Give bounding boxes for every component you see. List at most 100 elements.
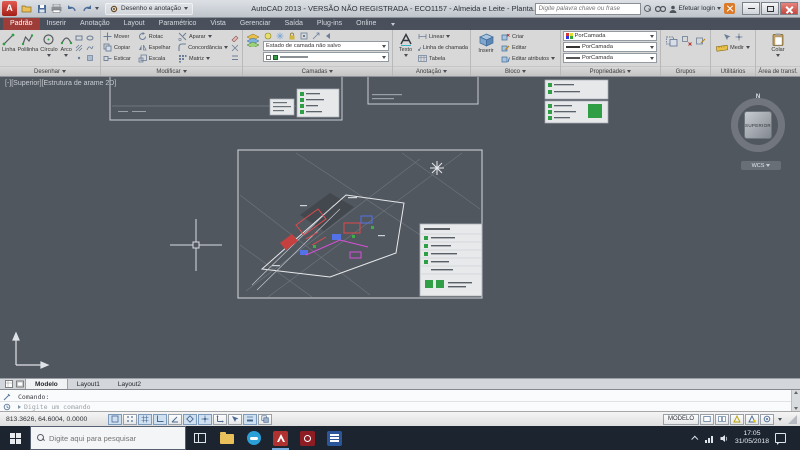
edit-block-tool[interactable]: Editar — [501, 42, 557, 53]
move-tool[interactable]: Mover — [103, 31, 136, 42]
taskbar-clock[interactable]: 17:05 31/05/2018 — [735, 430, 769, 446]
tray-expand-icon[interactable] — [691, 435, 698, 442]
line-tool[interactable]: Linha — [2, 31, 15, 65]
start-button[interactable] — [0, 426, 30, 450]
panel-label-propriedades[interactable]: Propriedades — [561, 66, 660, 76]
transparency-toggle[interactable] — [258, 414, 272, 425]
polar-toggle[interactable] — [168, 414, 182, 425]
dynamic-ucs-toggle[interactable] — [213, 414, 227, 425]
tab-modelo[interactable]: Modelo — [25, 379, 68, 389]
autocad-taskbar-button[interactable] — [267, 426, 294, 450]
action-center-icon[interactable] — [775, 433, 786, 443]
model-space-canvas[interactable]: [-][Superior][Estrutura de arame 2D] — [0, 77, 800, 378]
customize-icon[interactable] — [3, 393, 11, 401]
minimize-button[interactable] — [742, 2, 760, 15]
annotation-visibility-button[interactable] — [745, 414, 759, 425]
model-quick-icon[interactable] — [3, 379, 14, 389]
ribbon-tab-online[interactable]: Online — [349, 18, 383, 30]
plot-icon[interactable] — [50, 3, 63, 15]
drawing-content[interactable] — [0, 77, 800, 378]
save-icon[interactable] — [35, 3, 48, 15]
leader-tool[interactable]: Linha de chamada — [418, 42, 468, 53]
grid-toggle[interactable] — [138, 414, 152, 425]
insert-block-tool[interactable]: Inserir — [473, 31, 499, 65]
measure-tool[interactable]: Medir — [716, 42, 750, 53]
layer-state-dropdown[interactable]: Estado de camada não salvo — [263, 41, 389, 51]
hatch-icon[interactable] — [75, 43, 84, 52]
linear-dimension-tool[interactable]: Linear — [418, 31, 468, 42]
ribbon-tab-layout[interactable]: Layout — [117, 18, 152, 30]
lineweight-dropdown[interactable]: PorCamada — [563, 53, 657, 63]
help-search-input[interactable] — [535, 3, 641, 15]
workspace-switch-button[interactable] — [760, 414, 774, 425]
quick-view-drawings-button[interactable] — [715, 414, 729, 425]
undo-icon[interactable] — [65, 3, 78, 15]
stretch-tool[interactable]: Esticar — [103, 53, 136, 64]
snap-toggle[interactable] — [123, 414, 137, 425]
lineweight-toggle[interactable] — [243, 414, 257, 425]
layer-properties-tool[interactable] — [245, 31, 261, 65]
layer-on-icon[interactable] — [263, 31, 272, 40]
taskbar-search[interactable] — [30, 426, 186, 450]
scroll-up-icon[interactable] — [794, 391, 798, 394]
arc-tool[interactable]: Arco — [60, 31, 73, 65]
search-icon[interactable] — [644, 5, 652, 13]
viewcube-top-face[interactable]: SUPERIOR — [744, 111, 772, 139]
scroll-down-icon[interactable] — [794, 407, 798, 410]
redo-icon[interactable] — [80, 3, 93, 15]
quick-view-layouts-button[interactable] — [700, 414, 714, 425]
viewport-controls[interactable]: [-][Superior][Estrutura de arame 2D] — [5, 80, 116, 87]
ungroup-icon[interactable] — [681, 35, 692, 46]
command-input[interactable]: Digite um comando — [0, 402, 800, 411]
tab-layout1[interactable]: Layout1 — [68, 379, 109, 389]
ribbon-minimize-icon[interactable] — [391, 23, 395, 26]
erase-icon[interactable] — [230, 33, 239, 42]
layer-dropdown[interactable] — [263, 52, 389, 62]
command-window[interactable]: Comando: Digite um comando — [0, 389, 800, 411]
offset-icon[interactable] — [230, 53, 239, 62]
ribbon-tab-padrao[interactable]: Padrão — [3, 18, 40, 30]
wcs-menu[interactable]: WCS — [741, 161, 781, 170]
sign-in-button[interactable]: Efetuar login — [669, 5, 722, 13]
ribbon-tab-vista[interactable]: Vista — [203, 18, 232, 30]
region-icon[interactable] — [86, 53, 95, 62]
object-color-dropdown[interactable]: PorCamada — [563, 31, 657, 41]
mirror-tool[interactable]: Espelhar — [138, 42, 176, 53]
command-scrollbar[interactable] — [791, 390, 800, 411]
group-edit-icon[interactable] — [695, 35, 706, 46]
panel-label-bloco[interactable]: Bloco — [471, 66, 560, 76]
panel-label-grupos[interactable]: Grupos — [661, 66, 710, 76]
open-icon[interactable] — [20, 3, 33, 15]
layer-isolate-icon[interactable] — [299, 31, 308, 40]
paste-tool[interactable]: Colar — [771, 31, 784, 65]
coordinates-readout[interactable]: 813.3626, 64.6004, 0.0000 — [3, 416, 107, 423]
panel-label-camadas[interactable]: Camadas — [243, 66, 392, 76]
layer-prev-icon[interactable] — [323, 31, 332, 40]
panel-label-transferencia[interactable]: Área de transf. — [756, 66, 800, 76]
exchange-apps-icon[interactable] — [724, 3, 735, 14]
ribbon-tab-anotacao[interactable]: Anotação — [73, 18, 117, 30]
word-button[interactable] — [321, 426, 348, 450]
polyline-tool[interactable]: Polilinha — [17, 31, 38, 65]
ribbon-tab-inserir[interactable]: Inserir — [40, 18, 73, 30]
panel-label-modificar[interactable]: Modificar — [101, 66, 242, 76]
resize-grip[interactable] — [788, 415, 797, 424]
binoculars-icon[interactable] — [655, 0, 666, 18]
explode-icon[interactable] — [230, 43, 239, 52]
task-view-button[interactable] — [186, 426, 213, 450]
scale-tool[interactable]: Escala — [138, 53, 176, 64]
ribbon-tab-parametrico[interactable]: Paramétrico — [152, 18, 204, 30]
array-tool[interactable]: Matriz — [178, 53, 228, 64]
taskbar-search-input[interactable] — [49, 434, 179, 443]
ellipse-icon[interactable] — [86, 33, 95, 42]
layer-match-icon[interactable] — [311, 31, 320, 40]
status-menu-icon[interactable] — [778, 418, 782, 421]
volume-icon[interactable] — [720, 434, 729, 443]
network-icon[interactable] — [704, 434, 714, 443]
edit-attributes-tool[interactable]: Editar atributos — [501, 53, 557, 64]
ribbon-tab-plugins[interactable]: Plug-ins — [310, 18, 349, 30]
ortho-toggle[interactable] — [153, 414, 167, 425]
text-tool[interactable]: Texto — [395, 31, 416, 65]
rotate-tool[interactable]: Rotac — [138, 31, 176, 42]
app-menu-button[interactable]: A — [2, 1, 17, 16]
